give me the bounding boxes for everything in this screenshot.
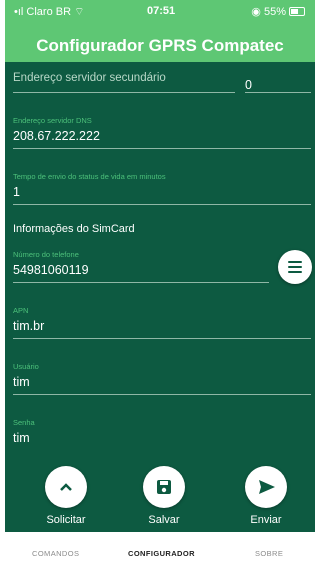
apn-value: tim.br (13, 319, 45, 333)
secondary-port-value: 0 (245, 78, 252, 92)
divider (13, 204, 311, 205)
signal-icon: •ıl (14, 6, 24, 18)
phone-value: 54981060119 (13, 263, 89, 277)
request-button[interactable]: Solicitar (31, 466, 101, 526)
send-label: Enviar (250, 514, 282, 526)
page-title: Configurador GPRS Compatec (36, 36, 284, 55)
config-form: Endereço servidor secundário 0 Endereço … (5, 62, 315, 532)
divider (13, 148, 311, 149)
carrier-label: •ıl Claro BR ⌔ (14, 6, 85, 18)
apn-label: APN (13, 306, 29, 315)
apn-field[interactable]: APN tim.br (13, 306, 44, 333)
battery-indicator: ◉ 55% (251, 5, 305, 18)
password-field[interactable]: Senha tim (13, 418, 35, 445)
wifi-icon: ⌔ (74, 6, 85, 18)
divider (13, 394, 311, 395)
divider (13, 282, 269, 283)
send-button[interactable]: Enviar (231, 466, 301, 526)
phone-label: Número do telefone (13, 250, 79, 259)
secondary-server-label: Endereço servidor secundário (13, 72, 166, 84)
password-value: tim (13, 431, 30, 445)
request-label: Solicitar (46, 514, 86, 526)
divider (13, 92, 235, 93)
divider (13, 338, 311, 339)
status-interval-label: Tempo de envio do status de vida em minu… (13, 172, 166, 181)
divider (245, 92, 311, 93)
bottom-tab-bar: COMANDOS CONFIGURADOR SOBRE (0, 540, 320, 566)
dns-field[interactable]: Endereço servidor DNS 208.67.222.222 (13, 116, 100, 143)
save-button[interactable]: Salvar (129, 466, 199, 526)
secondary-server-field[interactable]: Endereço servidor secundário (13, 68, 166, 84)
status-bar: •ıl Claro BR ⌔ 07:51 ◉ 55% (5, 0, 315, 24)
clock: 07:51 (147, 5, 176, 17)
save-label: Salvar (148, 514, 180, 526)
request-circle[interactable] (45, 466, 87, 508)
phone-field[interactable]: Número do telefone 54981060119 (13, 250, 89, 277)
password-label: Senha (13, 418, 35, 427)
status-interval-value: 1 (13, 185, 20, 199)
save-icon (157, 480, 171, 494)
app-header: •ıl Claro BR ⌔ 07:51 ◉ 55% Configurador … (5, 0, 315, 62)
menu-button[interactable] (278, 250, 312, 284)
status-interval-field[interactable]: Tempo de envio do status de vida em minu… (13, 172, 166, 199)
user-field[interactable]: Usuário tim (13, 362, 39, 389)
user-value: tim (13, 375, 30, 389)
user-label: Usuário (13, 362, 39, 371)
send-circle[interactable] (245, 466, 287, 508)
tab-sobre[interactable]: SOBRE (255, 549, 283, 558)
dns-label: Endereço servidor DNS (13, 116, 92, 125)
battery-icon (289, 7, 305, 16)
tab-configurador[interactable]: CONFIGURADOR (128, 549, 195, 558)
tab-comandos[interactable]: COMANDOS (32, 549, 79, 558)
menu-icon (288, 261, 302, 263)
secondary-port-field[interactable]: 0 (245, 74, 252, 92)
dns-value: 208.67.222.222 (13, 129, 100, 143)
alarm-icon: ◉ (251, 6, 261, 18)
send-icon (259, 480, 275, 494)
simcard-section-title: Informações do SimCard (13, 223, 135, 235)
save-circle[interactable] (143, 466, 185, 508)
chevron-up-icon (60, 483, 72, 491)
